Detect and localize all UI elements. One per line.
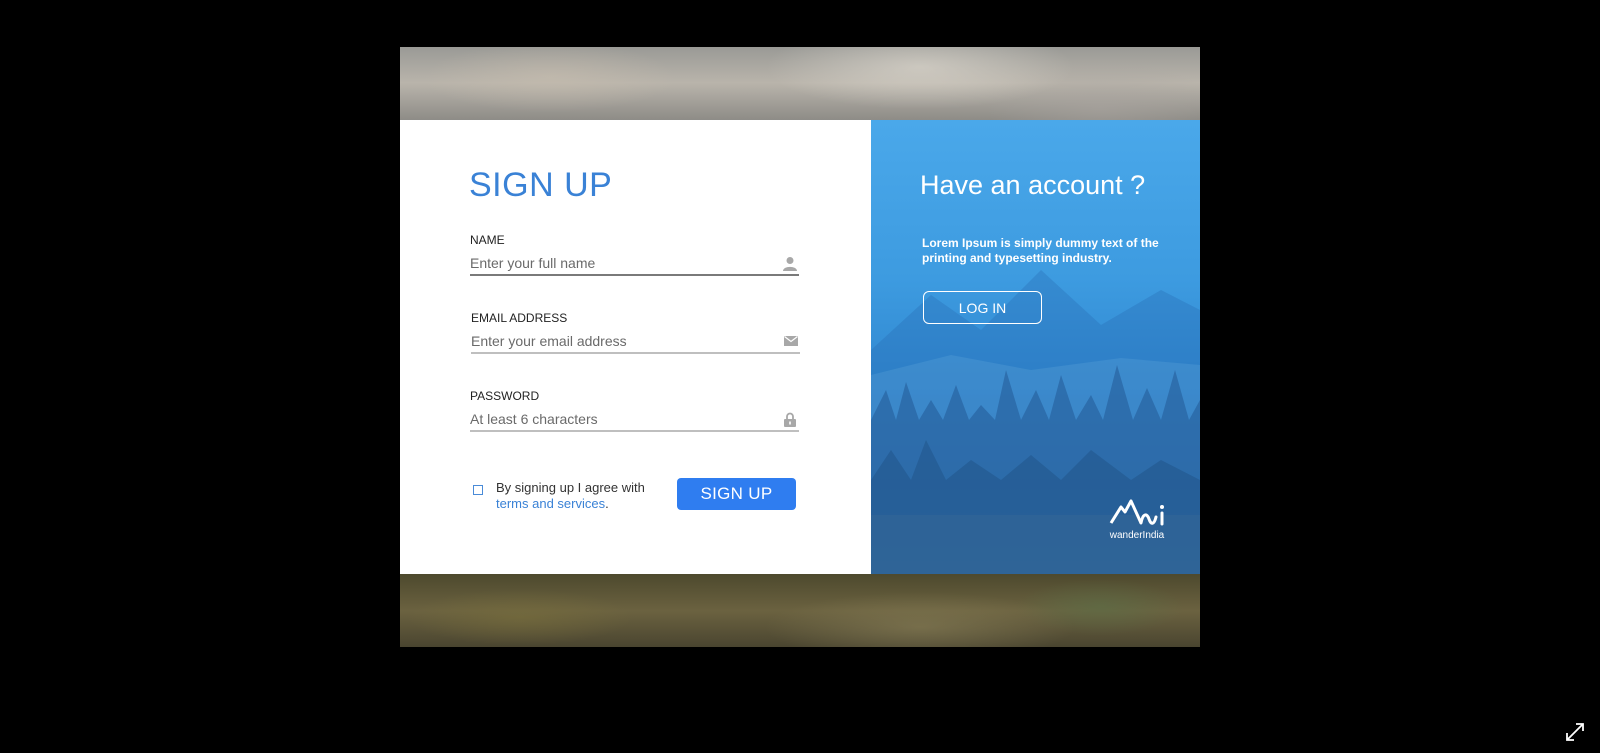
name-field: NAME (470, 233, 799, 276)
signup-button[interactable]: SIGN UP (677, 478, 796, 510)
brand-name: wanderIndia (1109, 530, 1165, 541)
signup-title: SIGN UP (469, 166, 613, 204)
name-label: NAME (470, 233, 505, 247)
signup-card: SIGN UP NAME EMAIL ADDRESS PASSWORD (400, 120, 1200, 574)
login-button[interactable]: LOG IN (923, 291, 1042, 324)
terms-text: By signing up I agree with terms and ser… (496, 480, 656, 512)
login-panel-title: Have an account ? (920, 170, 1146, 200)
email-input[interactable] (471, 333, 761, 349)
signup-panel: SIGN UP NAME EMAIL ADDRESS PASSWORD (400, 120, 871, 574)
expand-icon[interactable] (1564, 721, 1586, 743)
user-icon (781, 255, 799, 271)
password-field: PASSWORD (470, 389, 799, 432)
agree-text: By signing up I agree with (496, 480, 645, 495)
name-input-row (470, 255, 799, 276)
password-input[interactable] (470, 411, 760, 427)
envelope-icon (782, 333, 800, 349)
login-panel-description: Lorem Ipsum is simply dummy text of the … (922, 236, 1159, 265)
lock-icon (781, 411, 799, 427)
terms-suffix: . (605, 496, 609, 511)
mountain-logo-icon (1109, 499, 1164, 526)
terms-agreement: By signing up I agree with terms and ser… (473, 480, 656, 512)
email-label: EMAIL ADDRESS (471, 311, 568, 325)
terms-checkbox[interactable] (473, 485, 483, 495)
terms-link[interactable]: terms and services (496, 496, 605, 511)
brand-logo: wanderIndia (1102, 495, 1172, 541)
email-input-row (471, 333, 800, 354)
login-panel: Have an account ? Lorem Ipsum is simply … (871, 120, 1200, 574)
email-field: EMAIL ADDRESS (471, 311, 800, 354)
name-input[interactable] (470, 255, 760, 271)
password-label: PASSWORD (470, 389, 540, 403)
password-input-row (470, 411, 799, 432)
